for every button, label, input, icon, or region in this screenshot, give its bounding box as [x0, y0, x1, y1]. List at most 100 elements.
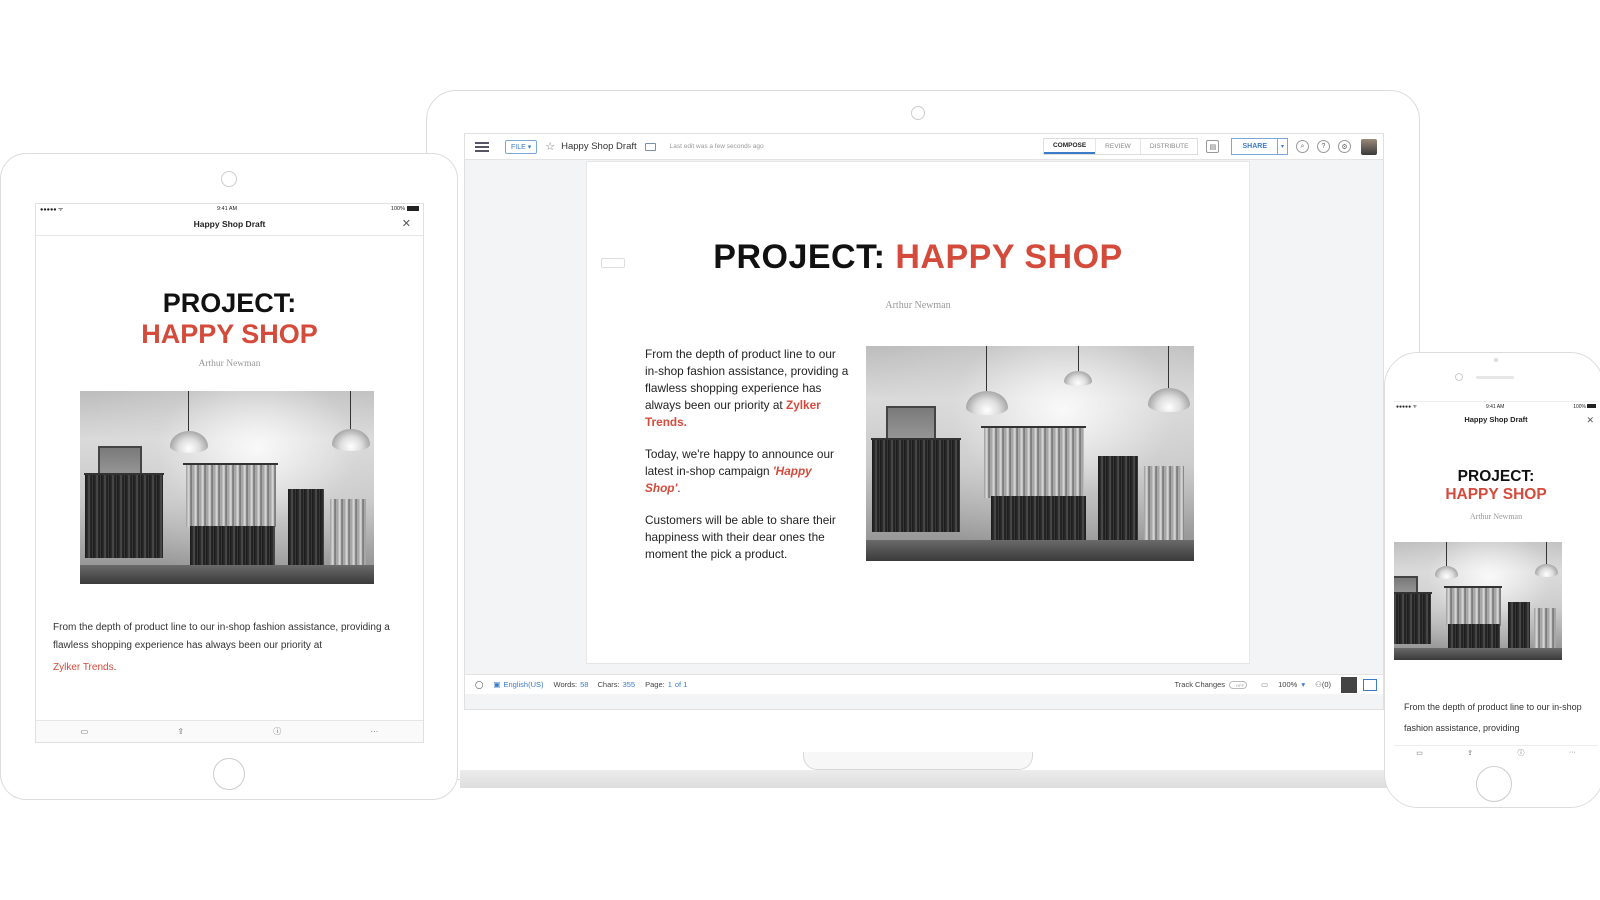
phone-screen: ●●●●● ᯤ 9:41 AM 100% Happy Shop Draft ✕ …	[1394, 401, 1598, 757]
phone-title: Happy Shop Draft	[1464, 415, 1527, 424]
more-icon[interactable]: ···	[370, 727, 378, 736]
track-changes-label: Track Changes	[1174, 680, 1225, 689]
tablet-screen: ●●●●● ᯤ 9:41 AM 100% Happy Shop Draft ✕ …	[35, 203, 424, 743]
editor-toolbar: FILE ▾ ☆ Happy Shop Draft Last edit was …	[465, 134, 1383, 160]
phone-bottom-bar: ▭ ⇪ ⓘ ···	[1394, 745, 1598, 757]
laptop-notch	[803, 752, 1033, 770]
words-label: Words:	[554, 680, 578, 689]
phone-battery-status: 100%	[1573, 404, 1596, 410]
phone-nav-bar: Happy Shop Draft ✕	[1394, 411, 1598, 429]
collaborators-icon[interactable]: ⚇	[1315, 680, 1322, 689]
word-count: Words: 58 Chars: 355	[554, 680, 636, 689]
page-total: of 1	[675, 680, 688, 689]
status-bar: ◯ ▣ English(US) Words: 58 Chars: 355 Pag…	[465, 674, 1383, 694]
phone-store-photo[interactable]	[1394, 542, 1562, 660]
phone-status-time: 9:41 AM	[1486, 404, 1504, 410]
comments-icon[interactable]: ▭	[1416, 749, 1423, 757]
document-body: From the depth of product line to our in…	[645, 346, 850, 578]
zoom-level[interactable]: 100%	[1278, 680, 1297, 689]
phone-author: Arthur Newman	[1394, 512, 1598, 521]
tablet-title: Happy Shop Draft	[194, 219, 266, 229]
tablet-status-bar: ●●●●● ᯤ 9:41 AM 100%	[36, 204, 423, 214]
tab-compose[interactable]: COMPOSE	[1044, 139, 1095, 154]
tablet-body: From the depth of product line to our in…	[53, 619, 413, 677]
tablet-home-button[interactable]	[213, 758, 245, 790]
paragraph-2: Today, we're happy to announce our lates…	[645, 446, 850, 497]
tablet-body-accent-line: Zylker Trends.	[53, 659, 413, 677]
laptop-camera	[911, 106, 925, 120]
phone-camera	[1455, 373, 1463, 381]
phone-home-button[interactable]	[1476, 766, 1512, 802]
battery-status: 100%	[391, 206, 419, 212]
keyboard-icon[interactable]: ▭	[1261, 680, 1268, 689]
chat-icon[interactable]	[1363, 679, 1377, 691]
chars-value: 355	[623, 680, 636, 689]
tablet-nav-bar: Happy Shop Draft ✕	[36, 214, 423, 236]
page-label: Page:	[645, 680, 665, 689]
track-changes-toggle[interactable]: OFF	[1229, 681, 1247, 689]
present-icon[interactable]: ▤	[1206, 140, 1219, 153]
share-button[interactable]: SHARE	[1231, 138, 1278, 155]
paragraph-3: Customers will be able to share their ha…	[645, 512, 850, 563]
words-value: 58	[580, 680, 588, 689]
tablet-heading: PROJECT: HAPPY SHOP	[36, 288, 423, 350]
hamburger-menu-icon[interactable]	[475, 142, 489, 152]
status-bar-right: Track Changes OFF ▭ 100% ▾ ⚇ (0)	[1174, 677, 1383, 693]
phone-signal-icon: ●●●●● ᯤ	[1396, 404, 1417, 410]
store-photo[interactable]	[866, 346, 1194, 561]
phone-body: From the depth of product line to our in…	[1404, 697, 1584, 739]
collaborators-count: (0)	[1322, 680, 1331, 689]
signal-icon: ●●●●● ᯤ	[40, 205, 63, 213]
laptop-base	[460, 770, 1390, 788]
tab-review[interactable]: REVIEW	[1095, 139, 1140, 154]
zoom-dropdown-icon[interactable]: ▾	[1301, 680, 1305, 689]
phone-sensor	[1494, 358, 1498, 362]
tablet-bottom-bar: ▭ ⇪ ⓘ ···	[36, 720, 423, 742]
layout-view-icon[interactable]	[1341, 677, 1357, 693]
phone-heading: PROJECT: HAPPY SHOP	[1394, 468, 1598, 504]
heading-accent: HAPPY SHOP	[895, 238, 1122, 276]
close-icon[interactable]: ✕	[402, 214, 411, 234]
document-title[interactable]: Happy Shop Draft	[561, 141, 637, 152]
mode-tabs: COMPOSE REVIEW DISTRIBUTE	[1043, 138, 1199, 155]
battery-icon	[407, 206, 419, 211]
page-indicator[interactable]: Page: 1 of 1	[645, 680, 687, 689]
search-icon[interactable]: ⌕	[1296, 140, 1309, 153]
avatar[interactable]	[1361, 139, 1377, 155]
document-page[interactable]: PROJECT: HAPPY SHOP Arthur Newman From t…	[586, 161, 1250, 664]
info-icon[interactable]: ⓘ	[273, 726, 281, 737]
language-icon: ▣	[493, 680, 500, 689]
paragraph-1: From the depth of product line to our in…	[645, 346, 850, 431]
folder-icon[interactable]	[645, 143, 656, 151]
file-menu-button[interactable]: FILE ▾	[505, 140, 537, 154]
tablet-body-text: From the depth of product line to our in…	[53, 622, 390, 651]
document-heading: PROJECT: HAPPY SHOP	[587, 238, 1249, 277]
close-icon[interactable]: ✕	[1586, 411, 1594, 429]
phone-heading-prefix: PROJECT:	[1394, 468, 1598, 486]
language-label: English(US)	[504, 680, 544, 689]
laptop-screen: FILE ▾ ☆ Happy Shop Draft Last edit was …	[464, 133, 1384, 710]
more-icon[interactable]: ···	[1569, 749, 1576, 756]
star-icon[interactable]: ☆	[545, 140, 555, 153]
tab-distribute[interactable]: DISTRIBUTE	[1140, 139, 1198, 154]
comments-icon[interactable]: ▭	[81, 727, 89, 736]
phone-battery-icon	[1587, 404, 1596, 408]
gear-icon[interactable]: ⚙	[1338, 140, 1351, 153]
help-icon[interactable]: ?	[1317, 140, 1330, 153]
tablet-body-end: .	[114, 662, 117, 673]
phone-heading-accent: HAPPY SHOP	[1394, 486, 1598, 504]
chars-label: Chars:	[597, 680, 619, 689]
document-author: Arthur Newman	[587, 300, 1249, 311]
share-icon[interactable]: ⇪	[1467, 749, 1473, 757]
comment-icon[interactable]: ◯	[475, 680, 483, 689]
info-icon[interactable]: ⓘ	[1517, 748, 1524, 758]
language-selector[interactable]: ▣ English(US)	[493, 680, 543, 689]
tablet-store-photo[interactable]	[80, 391, 374, 584]
phone-status-bar: ●●●●● ᯤ 9:41 AM 100%	[1394, 402, 1598, 411]
share-icon[interactable]: ⇪	[177, 727, 184, 736]
tablet-body-accent: Zylker Trends	[53, 662, 114, 673]
share-dropdown-icon[interactable]: ▾	[1278, 138, 1288, 155]
heading-prefix: PROJECT:	[713, 238, 885, 276]
paragraph-2-end: .	[677, 481, 680, 495]
status-time: 9:41 AM	[217, 206, 237, 212]
